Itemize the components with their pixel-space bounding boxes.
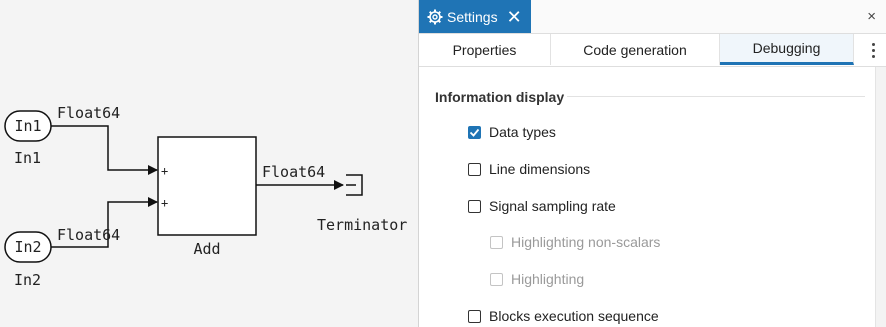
option-label: Line dimensions [489,161,591,177]
option-data-types[interactable]: Data types [468,124,556,140]
in1-block-text: In1 [14,117,41,135]
in2-block-name: In2 [14,271,41,289]
scrollbar[interactable] [875,67,886,327]
in2-signal-type: Float64 [57,226,120,244]
close-panel-icon[interactable]: × [867,8,876,25]
checkbox-icon[interactable] [468,199,481,213]
settings-tab-title: Settings [447,8,498,25]
settings-panel: Settings ✕ × Properties Code generation … [418,0,886,327]
more-options-icon[interactable] [868,40,878,60]
option-blocks-execution-sequence[interactable]: Blocks execution sequence [468,308,659,324]
tab-debugging[interactable]: Debugging [720,34,854,65]
checkbox-disabled-icon [490,272,503,286]
option-label: Highlighting [511,271,585,287]
option-signal-sampling-rate[interactable]: Signal sampling rate [468,198,616,214]
checkbox-icon[interactable] [468,309,481,323]
close-tab-icon[interactable]: ✕ [507,8,522,26]
option-label: Signal sampling rate [489,198,616,214]
model-canvas[interactable]: In1 In1 In2 In2 Float64 Float64 + + Add … [0,0,418,327]
in2-block[interactable]: In2 [4,231,52,263]
tab-code-generation[interactable]: Code generation [551,34,720,65]
in1-signal-line[interactable] [51,125,158,175]
gear-icon [427,9,443,25]
checkbox-checked-icon[interactable] [468,125,481,139]
checkbox-disabled-icon [490,235,503,249]
option-label: Highlighting non-scalars [511,234,661,250]
add-block[interactable]: + + [157,136,257,236]
in1-signal-type: Float64 [57,104,120,122]
in2-block-text: In2 [14,238,41,256]
tab-properties[interactable]: Properties [419,34,551,65]
terminator-block-name: Terminator [317,216,407,234]
settings-panel-tab[interactable]: Settings ✕ [419,0,531,33]
option-highlighting: Highlighting [490,271,584,287]
panel-header: Settings ✕ × [419,0,886,34]
add-port2-label: + [161,196,168,210]
option-line-dimensions[interactable]: Line dimensions [468,161,590,177]
add-block-name: Add [193,240,220,258]
section-title: Information display [435,89,565,105]
terminator-block[interactable] [346,174,363,196]
checkbox-icon[interactable] [468,162,481,176]
option-highlighting-non-scalars: Highlighting non-scalars [490,234,660,250]
in1-block[interactable]: In1 [4,110,52,142]
in1-block-name: In1 [14,149,41,167]
add-out-signal-type: Float64 [262,163,325,181]
add-port1-label: + [161,164,168,178]
section-divider [567,96,865,97]
option-label: Blocks execution sequence [489,308,659,324]
option-label: Data types [489,124,556,140]
settings-tabbar: Properties Code generation Debugging [419,34,886,67]
